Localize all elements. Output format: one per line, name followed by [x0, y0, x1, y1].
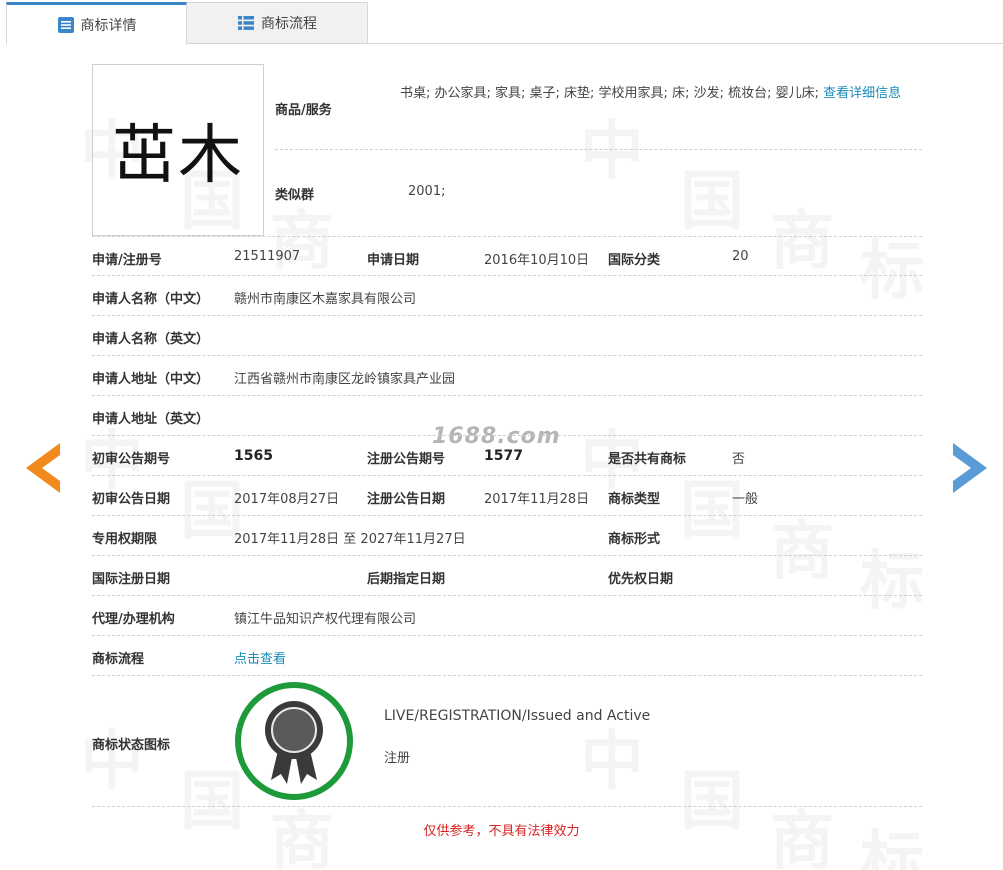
disclaimer-text: 仅供参考，不具有法律效力: [423, 824, 580, 839]
similar-value: 2001;: [408, 184, 446, 199]
table-row: 申请人名称（英文）: [92, 316, 922, 356]
reg-pub-date-value: 2017年11月28日: [484, 492, 590, 507]
tab-label: 商标流程: [261, 16, 317, 32]
mark-form-label: 商标形式: [608, 532, 661, 547]
view-flow-link[interactable]: 点击查看: [234, 648, 286, 667]
mark-type-label: 商标类型: [608, 492, 661, 507]
trademark-text: 茁木: [112, 119, 244, 193]
prelim-no-label: 初审公告期号: [92, 452, 171, 467]
tab-bar: 商标详情 商标流程: [6, 0, 1003, 45]
mark-type-value: 一般: [732, 492, 759, 507]
applicant-cn-label: 申请人名称（中文）: [92, 292, 210, 307]
list-icon: [238, 16, 254, 30]
similar-group-row: 类似群 2001;: [275, 150, 922, 236]
view-details-link[interactable]: 查看详细信息: [823, 86, 901, 101]
table-row: 代理/办理机构 镇江牛品知识产权代理有限公司: [92, 596, 922, 636]
intl-reg-date-label: 国际注册日期: [92, 572, 171, 587]
reg-no-value: 21511907: [234, 249, 301, 264]
tab-trademark-detail[interactable]: 商标详情: [6, 2, 187, 45]
table-row: 专用权期限 2017年11月28日 至 2027年11月27日 商标形式: [92, 516, 922, 556]
priority-label: 优先权日期: [608, 572, 674, 587]
table-row: 申请人名称（中文） 赣州市南康区木嘉家具有限公司: [92, 276, 922, 316]
status-row: 商标状态图标 LIVE/REGISTRATION/Issued and Acti…: [92, 676, 922, 807]
table-row: 申请/注册号 21511907 申请日期 2016年10月10日 国际分类 20: [92, 236, 922, 276]
table-row: 申请人地址（英文）: [92, 396, 922, 436]
status-chinese: 注册: [384, 751, 411, 766]
status-badge: [235, 682, 353, 800]
next-arrow-icon[interactable]: [953, 443, 987, 493]
reg-pub-no-value: 1577: [484, 448, 523, 464]
tab-trademark-flow[interactable]: 商标流程: [187, 2, 368, 44]
award-ribbon-icon: [265, 701, 323, 784]
table-row: 商标流程 点击查看: [92, 636, 922, 676]
info-table: 申请/注册号 21511907 申请日期 2016年10月10日 国际分类 20…: [92, 236, 922, 807]
applicant-en-label: 申请人名称（英文）: [92, 332, 210, 347]
apply-date-value: 2016年10月10日: [484, 253, 590, 268]
goods-text: 书桌; 办公家具; 家具; 桌子; 床垫; 学校用家具; 床; 沙发; 梳妆台;…: [400, 86, 819, 101]
tab-label: 商标详情: [80, 17, 137, 34]
intl-class-value: 20: [732, 249, 749, 264]
prev-arrow-icon[interactable]: [26, 443, 60, 493]
address-cn-label: 申请人地址（中文）: [92, 372, 210, 387]
goods-list: 书桌; 办公家具; 家具; 桌子; 床垫; 学校用家具; 床; 沙发; 梳妆台;…: [400, 74, 920, 113]
later-date-label: 后期指定日期: [367, 572, 446, 587]
address-cn-value: 江西省赣州市南康区龙岭镇家具产业园: [234, 372, 456, 387]
trademark-image: 茁木: [92, 64, 264, 236]
prelim-no-value: 1565: [234, 448, 273, 464]
table-row: 申请人地址（中文） 江西省赣州市南康区龙岭镇家具产业园: [92, 356, 922, 396]
document-icon: [57, 16, 74, 33]
table-row: 初审公告期号 1565 注册公告期号 1577 是否共有商标 否: [92, 436, 922, 476]
reg-pub-no-label: 注册公告期号: [367, 452, 446, 467]
apply-date-label: 申请日期: [367, 253, 420, 268]
agent-value: 镇江牛品知识产权代理有限公司: [234, 612, 417, 627]
reg-pub-date-label: 注册公告日期: [367, 492, 446, 507]
table-row: 初审公告日期 2017年08月27日 注册公告日期 2017年11月28日 商标…: [92, 476, 922, 516]
status-label: 商标状态图标: [92, 738, 171, 753]
exclusive-value: 2017年11月28日 至 2027年11月27日: [234, 532, 466, 547]
address-en-label: 申请人地址（英文）: [92, 412, 210, 427]
prelim-date-label: 初审公告日期: [92, 492, 171, 507]
similar-label: 类似群: [275, 188, 315, 203]
shared-label: 是否共有商标: [608, 452, 687, 467]
exclusive-label: 专用权期限: [92, 532, 158, 547]
goods-label: 商品/服务: [275, 103, 332, 118]
goods-services-row: 商品/服务 书桌; 办公家具; 家具; 桌子; 床垫; 学校用家具; 床; 沙发…: [275, 64, 922, 150]
flow-label: 商标流程: [92, 652, 145, 667]
status-english: LIVE/REGISTRATION/Issued and Active: [384, 708, 651, 724]
table-row: 国际注册日期 后期指定日期 优先权日期: [92, 556, 922, 596]
agent-label: 代理/办理机构: [92, 612, 175, 627]
applicant-cn-value: 赣州市南康区木嘉家具有限公司: [234, 292, 417, 307]
intl-class-label: 国际分类: [608, 253, 661, 268]
shared-value: 否: [732, 452, 746, 467]
prelim-date-value: 2017年08月27日: [234, 492, 340, 507]
reg-no-label: 申请/注册号: [92, 253, 162, 268]
